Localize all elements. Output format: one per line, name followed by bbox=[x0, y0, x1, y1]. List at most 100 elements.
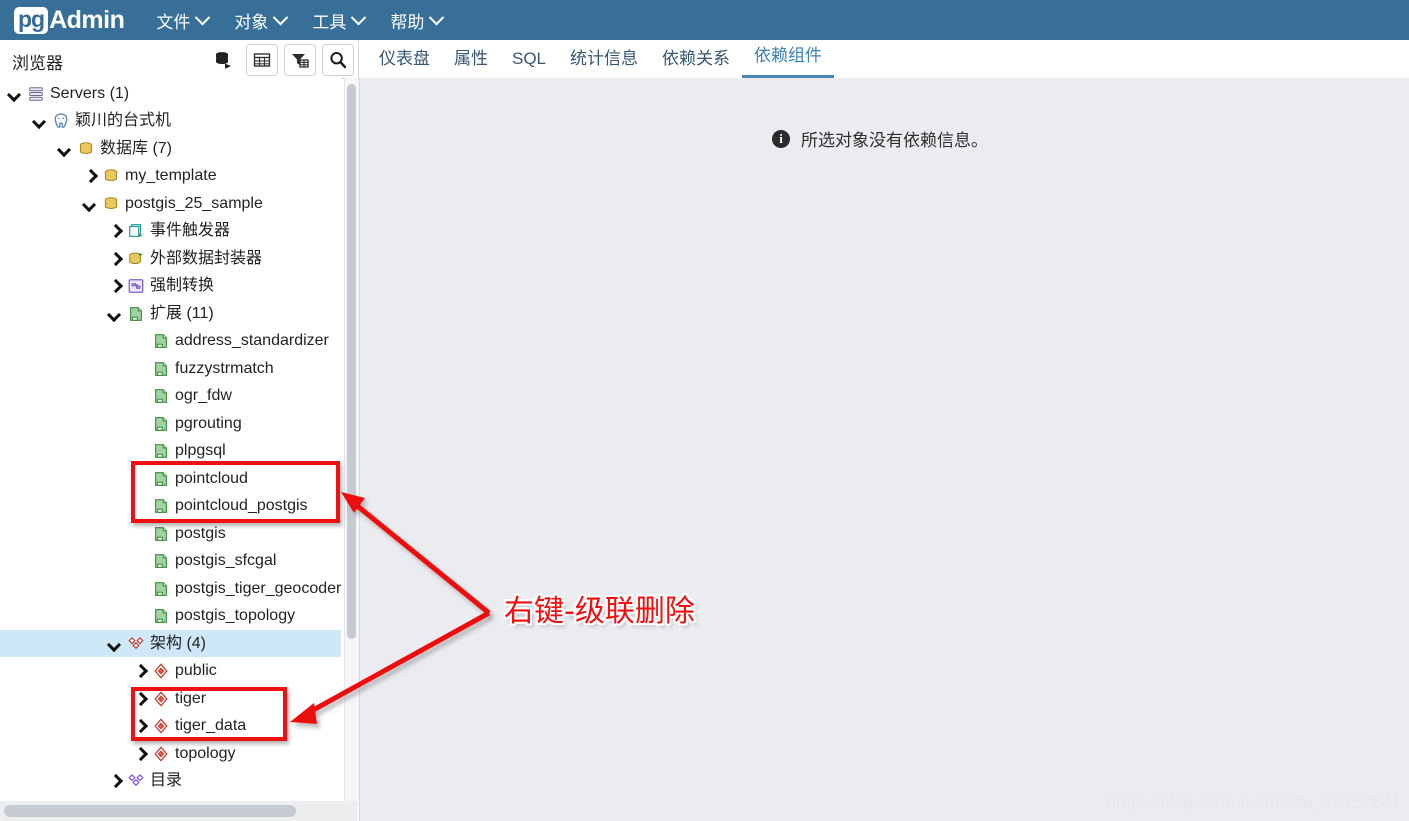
tree-item-label: pointcloud bbox=[175, 469, 248, 487]
toggle-spacer bbox=[133, 444, 147, 458]
chevron-down-icon bbox=[351, 9, 367, 25]
tree-item-my_template[interactable]: my_template bbox=[0, 163, 341, 190]
menu-item-file[interactable]: 文件 bbox=[156, 8, 211, 33]
tree-item-postgis_topology[interactable]: postgis_topology bbox=[0, 603, 341, 630]
view-data-button[interactable] bbox=[246, 44, 278, 76]
menu-item-help-label: 帮助 bbox=[390, 12, 425, 32]
tree-item-目录[interactable]: 目录 bbox=[0, 768, 341, 795]
tree-item-tiger[interactable]: tiger bbox=[0, 685, 341, 712]
tree-item-plpgsql[interactable]: plpgsql bbox=[0, 438, 341, 465]
tab-properties[interactable]: 属性 bbox=[442, 44, 500, 78]
tree-item-强制转换[interactable]: 强制转换 bbox=[0, 273, 341, 300]
tree-item-事件触发器[interactable]: 事件触发器 bbox=[0, 218, 341, 245]
query-tool-icon bbox=[216, 52, 231, 69]
browser-toolbar-row: 浏览器 仪表盘 属性 SQL 统计信息 依赖关系 依赖组件 bbox=[0, 40, 1409, 79]
chevron-down-icon[interactable] bbox=[108, 307, 122, 321]
tree-item-label: Servers (1) bbox=[50, 84, 130, 102]
chevron-right-icon[interactable] bbox=[133, 664, 147, 678]
tree-item-fuzzystrmatch[interactable]: fuzzystrmatch bbox=[0, 355, 341, 382]
toggle-spacer bbox=[133, 582, 147, 596]
tree-item-label: 外部数据封装器 bbox=[150, 249, 263, 267]
tree-vertical-scrollbar-thumb[interactable] bbox=[347, 84, 356, 639]
tab-dependencies[interactable]: 依赖关系 bbox=[650, 44, 742, 78]
browser-tree[interactable]: Servers (1) 颖川的台式机 数据库 (7) my_template postg… bbox=[0, 78, 341, 801]
tree-item-label: 扩展 (11) bbox=[150, 304, 214, 322]
tree-item-颖川的台式机[interactable]: 颖川的台式机 bbox=[0, 108, 341, 135]
tree-item-public[interactable]: public bbox=[0, 658, 341, 685]
tree-item-servers1[interactable]: Servers (1) bbox=[0, 80, 341, 107]
chevron-down-icon[interactable] bbox=[83, 197, 97, 211]
menu-item-object[interactable]: 对象 bbox=[234, 8, 289, 33]
tree-item-postgis_sfcgal[interactable]: postgis_sfcgal bbox=[0, 548, 341, 575]
extensions-icon bbox=[127, 305, 145, 323]
chevron-down-icon[interactable] bbox=[58, 142, 72, 156]
chevron-right-icon[interactable] bbox=[133, 692, 147, 706]
menu-item-file-label: 文件 bbox=[156, 12, 191, 32]
tree-item-label: pointcloud_postgis bbox=[175, 497, 308, 514]
tree-item-外部数据封装器[interactable]: 外部数据封装器 bbox=[0, 245, 341, 272]
browser-panel-title: 浏览器 bbox=[12, 54, 63, 73]
search-icon bbox=[330, 52, 347, 69]
tree-item-数据库7[interactable]: 数据库 (7) bbox=[0, 135, 341, 162]
tree-item-tiger_data[interactable]: tiger_data bbox=[0, 713, 341, 740]
tree-item-topology[interactable]: topology bbox=[0, 740, 341, 767]
tree-item-label: topology bbox=[175, 744, 236, 762]
search-objects-button[interactable] bbox=[322, 44, 354, 76]
chevron-right-icon[interactable] bbox=[108, 224, 122, 238]
extension-icon bbox=[152, 470, 170, 488]
schema-icon bbox=[152, 690, 170, 708]
query-tool-button[interactable] bbox=[208, 44, 240, 76]
tab-dashboard[interactable]: 仪表盘 bbox=[367, 44, 442, 78]
tree-item-pointcloud[interactable]: pointcloud bbox=[0, 465, 341, 492]
tree-item-label: tiger bbox=[175, 689, 207, 707]
chevron-right-icon[interactable] bbox=[108, 774, 122, 788]
menu-item-tools[interactable]: 工具 bbox=[312, 8, 367, 33]
tree-item-架构4[interactable]: 架构 (4) bbox=[0, 630, 341, 657]
menu-items: 文件 对象 工具 帮助 bbox=[156, 8, 468, 33]
tree-item-postgis_25_sample[interactable]: postgis_25_sample bbox=[0, 190, 341, 217]
tree-item-label: postgis_topology bbox=[175, 607, 296, 624]
chevron-right-icon[interactable] bbox=[108, 279, 122, 293]
tree-item-ogr_fdw[interactable]: ogr_fdw bbox=[0, 383, 341, 410]
postgres-icon bbox=[52, 112, 70, 130]
tree-item-扩展11[interactable]: 扩展 (11) bbox=[0, 300, 341, 327]
chevron-right-icon[interactable] bbox=[133, 747, 147, 761]
pgadmin-logo: pg Admin bbox=[14, 0, 125, 40]
chevron-down-icon[interactable] bbox=[108, 637, 122, 651]
database-icon bbox=[102, 195, 120, 213]
tab-sql[interactable]: SQL bbox=[500, 49, 558, 78]
tab-dependents[interactable]: 依赖组件 bbox=[742, 41, 835, 78]
chevron-down-icon[interactable] bbox=[8, 87, 22, 101]
chevron-right-icon[interactable] bbox=[83, 169, 97, 183]
chevron-right-icon[interactable] bbox=[133, 719, 147, 733]
view-data-icon bbox=[253, 53, 271, 67]
filter-data-button[interactable] bbox=[284, 44, 316, 76]
toggle-spacer bbox=[133, 472, 147, 486]
toggle-spacer bbox=[133, 417, 147, 431]
extension-icon bbox=[152, 552, 170, 570]
tree-horizontal-scrollbar-thumb[interactable] bbox=[4, 805, 296, 817]
extension-icon bbox=[152, 580, 170, 598]
servers-icon bbox=[27, 85, 45, 103]
toggle-spacer bbox=[133, 499, 147, 513]
tree-item-label: 数据库 (7) bbox=[100, 139, 173, 157]
tree-item-pointcloud_postgis[interactable]: pointcloud_postgis bbox=[0, 493, 341, 520]
menu-item-help[interactable]: 帮助 bbox=[390, 8, 445, 33]
databases-icon bbox=[77, 140, 95, 158]
extension-icon bbox=[152, 415, 170, 433]
toggle-spacer bbox=[133, 527, 147, 541]
tree-item-postgis_tiger_geocoder[interactable]: postgis_tiger_geocoder bbox=[0, 575, 341, 602]
tab-statistics[interactable]: 统计信息 bbox=[558, 44, 650, 78]
chevron-right-icon[interactable] bbox=[108, 252, 122, 266]
chevron-down-icon[interactable] bbox=[33, 114, 47, 128]
tree-item-address_standardizer[interactable]: address_standardizer bbox=[0, 328, 341, 355]
event-trigger-icon bbox=[127, 222, 145, 240]
extension-icon bbox=[152, 360, 170, 378]
tree-item-label: 目录 bbox=[150, 772, 183, 789]
menu-item-object-label: 对象 bbox=[234, 12, 269, 32]
tree-item-pgrouting[interactable]: pgrouting bbox=[0, 410, 341, 437]
tree-item-label: ogr_fdw bbox=[175, 387, 232, 404]
tree-item-label: tiger_data bbox=[175, 717, 247, 734]
tree-item-postgis[interactable]: postgis bbox=[0, 520, 341, 547]
catalogs-icon bbox=[127, 772, 145, 790]
